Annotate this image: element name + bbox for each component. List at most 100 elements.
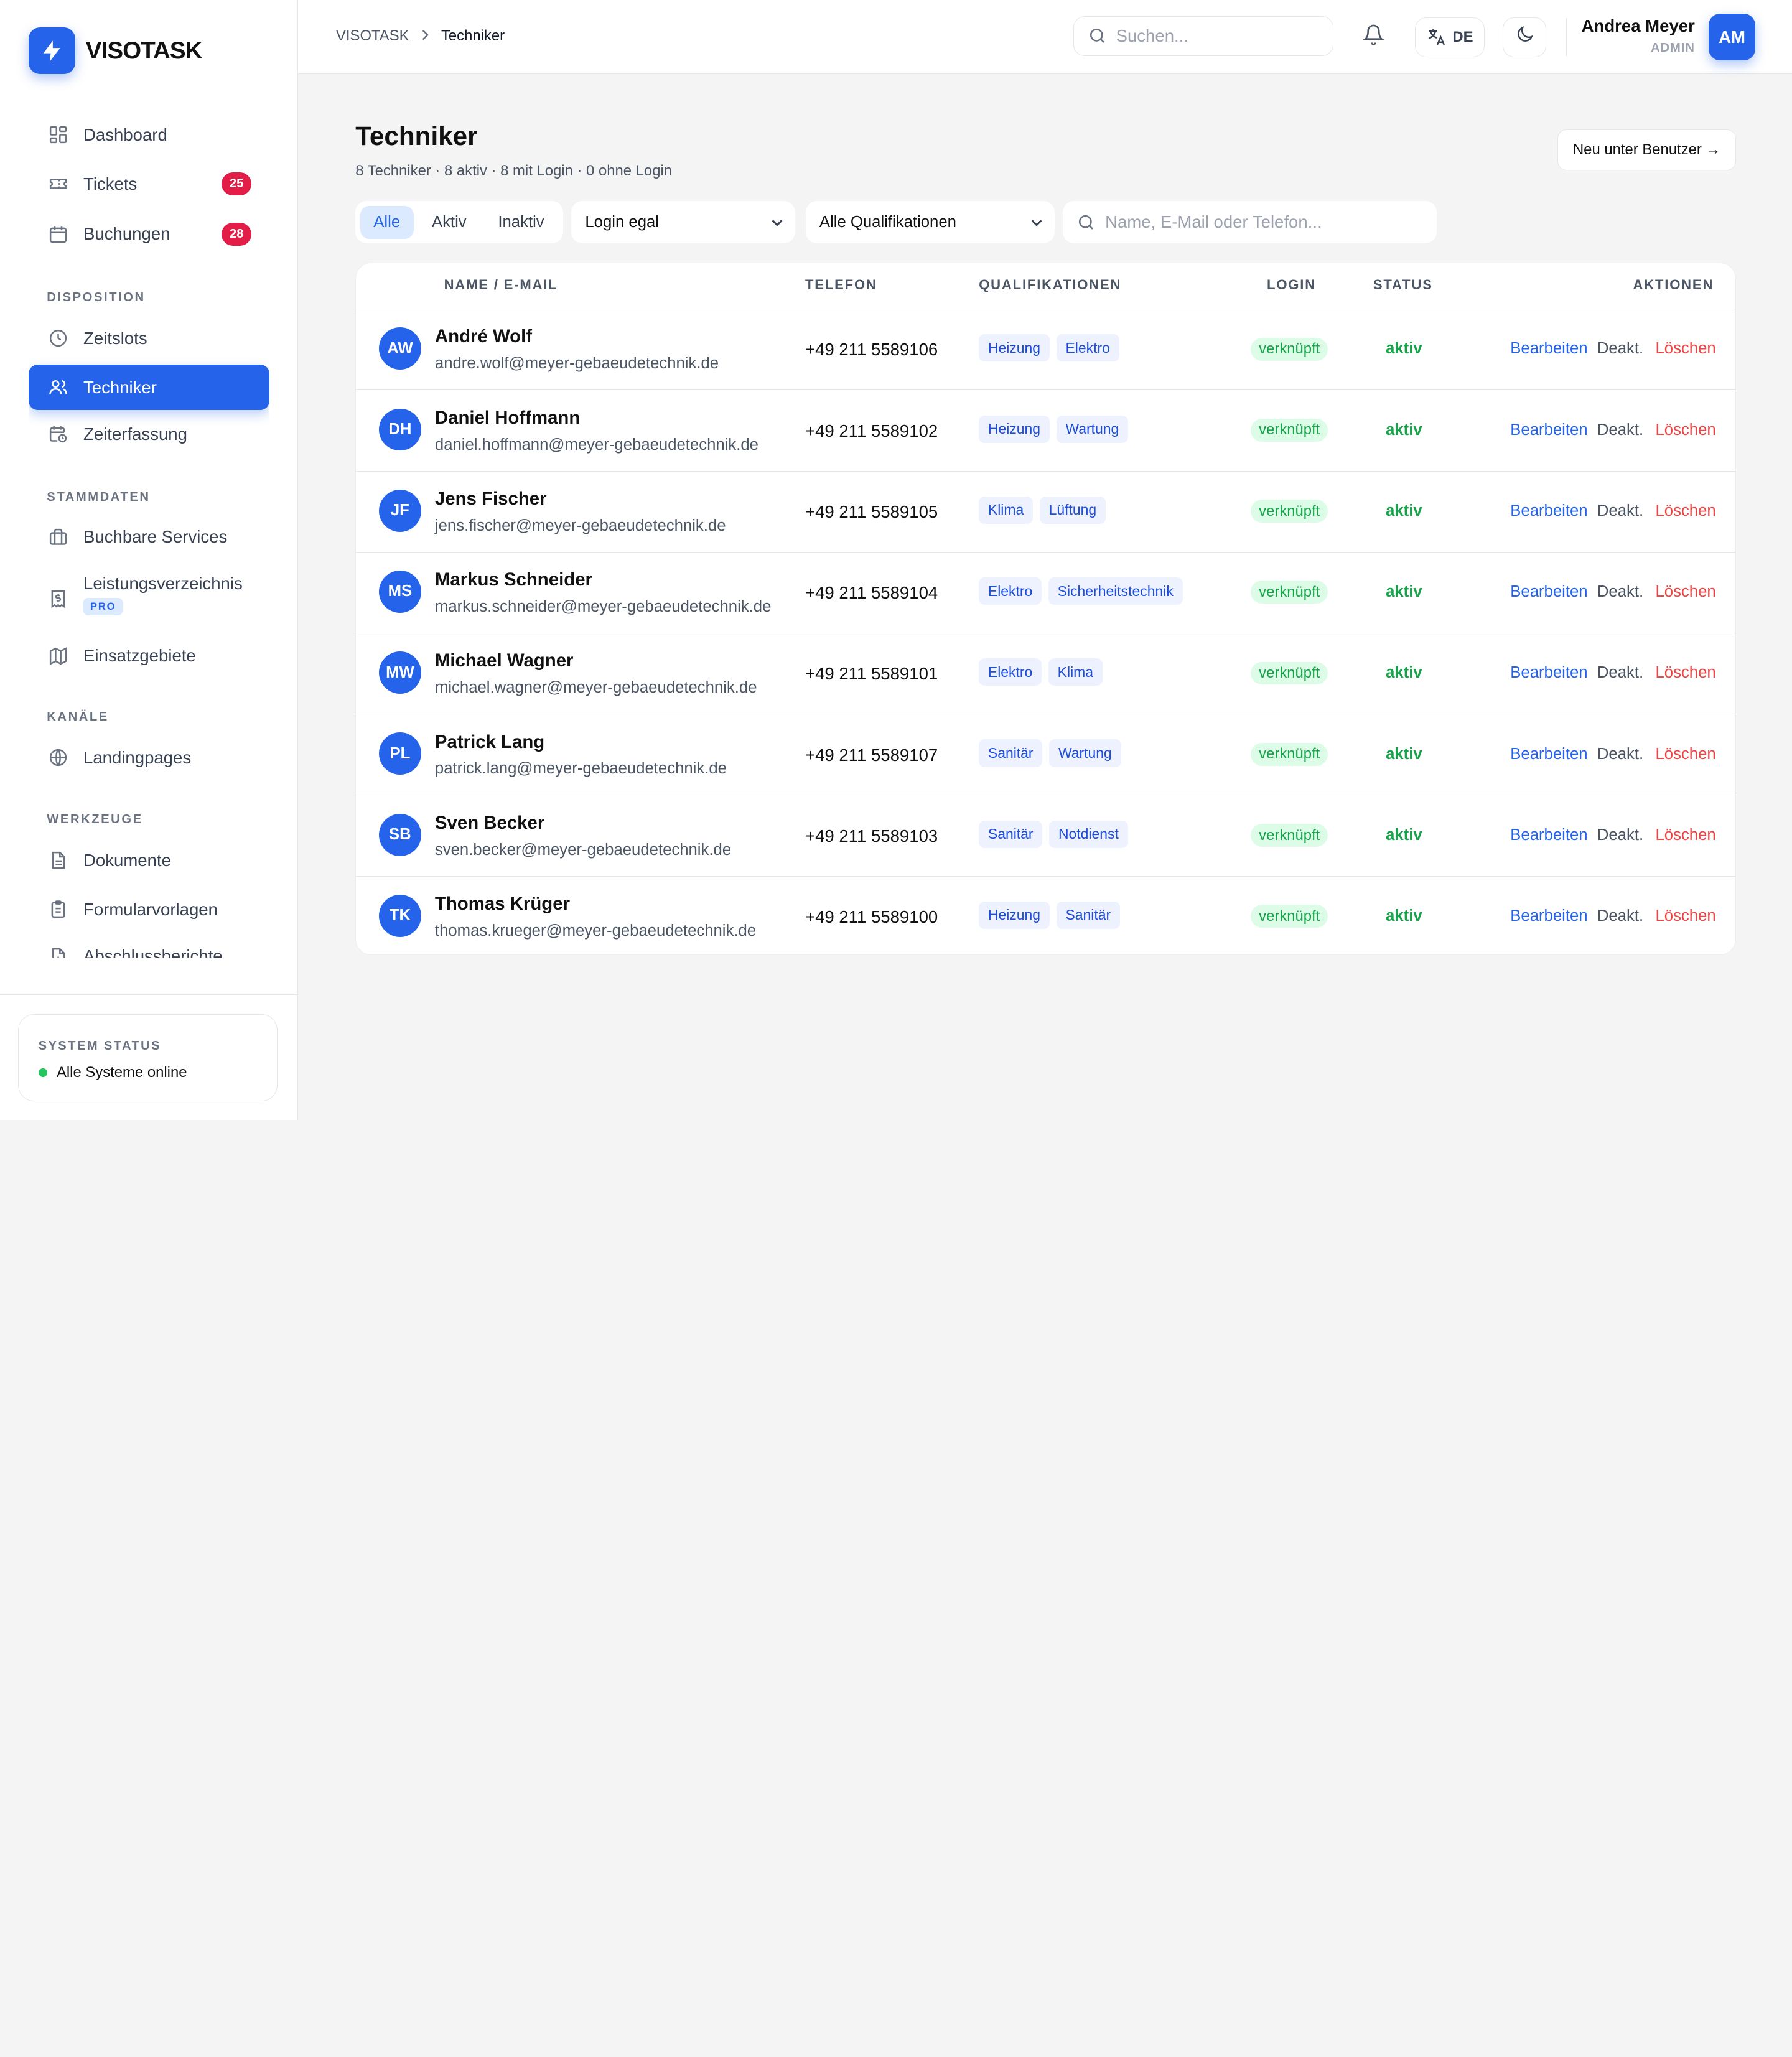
file-chart-icon bbox=[47, 945, 70, 958]
language-button[interactable]: DE bbox=[1414, 17, 1485, 57]
segment-alle[interactable]: Alle bbox=[360, 205, 414, 239]
deactivate-button[interactable]: Deakt. bbox=[1597, 745, 1643, 763]
delete-button[interactable]: Löschen bbox=[1656, 664, 1716, 682]
leistungsverzeichnis-labels: Leistungsverzeichnis PRO bbox=[83, 574, 243, 615]
delete-button[interactable]: Löschen bbox=[1656, 907, 1716, 925]
pro-badge: PRO bbox=[83, 598, 123, 615]
sidebar-item-buchungen[interactable]: Buchungen 28 bbox=[29, 212, 270, 257]
table-row[interactable]: AW André Wolf andre.wolf@meyer-gebaeudetec… bbox=[356, 309, 1735, 391]
col-actions: AKTIONEN bbox=[1633, 277, 1714, 293]
qualification-tag: Heizung bbox=[979, 334, 1050, 362]
global-search[interactable] bbox=[1073, 16, 1334, 56]
col-name[interactable]: NAME / E-MAIL bbox=[444, 277, 558, 293]
edit-button[interactable]: Bearbeiten bbox=[1510, 907, 1587, 925]
qualifications: Heizung Elektro bbox=[979, 334, 1126, 362]
breadcrumb-root[interactable]: VISOTASK bbox=[336, 27, 409, 45]
sidebar-item-zeiterfassung[interactable]: Zeiterfassung bbox=[29, 411, 270, 457]
sidebar-item-dokumente[interactable]: Dokumente bbox=[29, 837, 270, 883]
avatar: MS bbox=[378, 570, 421, 613]
table-row[interactable]: PL Patrick Lang patrick.lang@meyer-gebaeud… bbox=[356, 714, 1735, 796]
table-row[interactable]: MS Markus Schneider markus.schneider@meyer… bbox=[356, 553, 1735, 633]
notifications-button[interactable] bbox=[1353, 17, 1394, 57]
login-badge: verknüpft bbox=[1251, 419, 1328, 442]
technician-email: sven.becker@meyer-gebaeudetechnik.de bbox=[434, 841, 732, 859]
delete-button[interactable]: Löschen bbox=[1656, 502, 1716, 520]
table-row[interactable]: DH Daniel Hoffmann daniel.hoffmann@meyer-g… bbox=[356, 390, 1735, 472]
search-icon bbox=[1088, 26, 1107, 45]
sidebar-item-label: Buchbare Services bbox=[83, 527, 228, 547]
brand[interactable]: VISOTASK bbox=[28, 27, 203, 75]
login-filter-select[interactable]: Login egal bbox=[571, 201, 796, 244]
system-status-title: SYSTEM STATUS bbox=[38, 1038, 162, 1053]
table-row[interactable]: MW Michael Wagner michael.wagner@meyer-geb… bbox=[356, 633, 1735, 715]
edit-button[interactable]: Bearbeiten bbox=[1510, 583, 1587, 601]
sidebar-item-services[interactable]: Buchbare Services bbox=[29, 515, 270, 560]
theme-toggle-button[interactable] bbox=[1503, 17, 1547, 57]
qualifikation-filter-select[interactable]: Alle Qualifikationen bbox=[805, 201, 1055, 244]
table-row[interactable]: SB Sven Becker sven.becker@meyer-gebaeudet… bbox=[356, 795, 1735, 877]
buchungen-count-badge: 28 bbox=[222, 223, 252, 246]
table-header: NAME / E-MAIL TELEFON QUALIFIKATIONEN LO… bbox=[356, 263, 1735, 309]
login-badge: verknüpft bbox=[1251, 581, 1328, 604]
technician-email: markus.schneider@meyer-gebaeudetechnik.d… bbox=[434, 598, 772, 616]
global-search-input[interactable] bbox=[1116, 26, 1310, 46]
technician-search[interactable] bbox=[1063, 201, 1437, 244]
topbar-divider bbox=[1566, 18, 1567, 56]
delete-button[interactable]: Löschen bbox=[1656, 421, 1716, 439]
qualifications: Heizung Wartung bbox=[979, 415, 1135, 443]
sidebar-item-label: Landingpages bbox=[83, 747, 192, 767]
deactivate-button[interactable]: Deakt. bbox=[1597, 583, 1643, 601]
sidebar-item-formularvorlagen[interactable]: Formularvorlagen bbox=[29, 887, 270, 932]
sidebar-item-tickets[interactable]: Tickets 25 bbox=[29, 161, 270, 207]
sidebar-item-leistungsverzeichnis[interactable]: Leistungsverzeichnis PRO bbox=[29, 569, 270, 627]
technician-email: thomas.krueger@meyer-gebaeudetechnik.de bbox=[434, 921, 757, 940]
sidebar-item-label: Dokumente bbox=[83, 851, 171, 870]
edit-button[interactable]: Bearbeiten bbox=[1510, 421, 1587, 439]
sidebar-item-dashboard[interactable]: Dashboard bbox=[29, 112, 270, 157]
sidebar-item-landingpages[interactable]: Landingpages bbox=[29, 735, 270, 780]
technician-search-input[interactable] bbox=[1105, 212, 1426, 233]
page-subtitle: 8 Techniker · 8 aktiv · 8 mit Login · 0 … bbox=[355, 162, 673, 179]
delete-button[interactable]: Löschen bbox=[1656, 826, 1716, 844]
table-row[interactable]: TK Thomas Krüger thomas.krueger@meyer-geba… bbox=[356, 876, 1735, 954]
col-login: LOGIN bbox=[1267, 277, 1316, 293]
edit-button[interactable]: Bearbeiten bbox=[1510, 502, 1587, 520]
system-status-line: Alle Systeme online bbox=[38, 1064, 187, 1081]
technician-name: Sven Becker bbox=[434, 812, 545, 833]
deactivate-button[interactable]: Deakt. bbox=[1597, 421, 1643, 439]
status-badge: aktiv bbox=[1386, 501, 1422, 520]
status-badge: aktiv bbox=[1386, 421, 1422, 439]
sidebar-item-abschlussberichte[interactable]: Abschlussberichte bbox=[29, 934, 270, 958]
deactivate-button[interactable]: Deakt. bbox=[1597, 826, 1643, 844]
breadcrumb: VISOTASK Techniker bbox=[336, 27, 505, 45]
sidebar-item-label: Tickets bbox=[83, 174, 138, 194]
sidebar-item-zeitslots[interactable]: Zeitslots bbox=[29, 315, 270, 361]
map-icon bbox=[47, 645, 70, 668]
user-avatar[interactable]: AM bbox=[1708, 14, 1756, 61]
calendar-icon bbox=[47, 223, 70, 246]
segment-inaktiv[interactable]: Inaktiv bbox=[485, 206, 558, 239]
deactivate-button[interactable]: Deakt. bbox=[1597, 907, 1643, 925]
deactivate-button[interactable]: Deakt. bbox=[1597, 502, 1643, 520]
qualification-tag: Heizung bbox=[979, 415, 1050, 443]
deactivate-button[interactable]: Deakt. bbox=[1597, 340, 1643, 358]
qualification-tag: Sanitär bbox=[979, 739, 1043, 767]
new-user-button[interactable]: Neu unter Benutzer → bbox=[1557, 129, 1736, 170]
sidebar-item-techniker[interactable]: Techniker bbox=[28, 364, 270, 411]
sidebar-footer: SYSTEM STATUS Alle Systeme online bbox=[0, 994, 297, 1120]
table-row[interactable]: JF Jens Fischer jens.fischer@meyer-gebaeud… bbox=[356, 471, 1735, 553]
sidebar-item-einsatzgebiete[interactable]: Einsatzgebiete bbox=[29, 633, 270, 679]
segment-aktiv[interactable]: Aktiv bbox=[414, 206, 485, 239]
edit-button[interactable]: Bearbeiten bbox=[1510, 664, 1587, 682]
edit-button[interactable]: Bearbeiten bbox=[1510, 340, 1587, 358]
qualification-tag: Sanitär bbox=[979, 820, 1043, 848]
delete-button[interactable]: Löschen bbox=[1656, 340, 1716, 358]
section-kanaele: KANÄLE bbox=[47, 709, 109, 724]
topbar: VISOTASK Techniker DE Andrea Mey bbox=[298, 0, 1792, 75]
edit-button[interactable]: Bearbeiten bbox=[1510, 826, 1587, 844]
edit-button[interactable]: Bearbeiten bbox=[1510, 745, 1587, 763]
deactivate-button[interactable]: Deakt. bbox=[1597, 664, 1643, 682]
technician-phone: +49 211 5589102 bbox=[805, 421, 938, 441]
delete-button[interactable]: Löschen bbox=[1656, 745, 1716, 763]
delete-button[interactable]: Löschen bbox=[1656, 583, 1716, 601]
